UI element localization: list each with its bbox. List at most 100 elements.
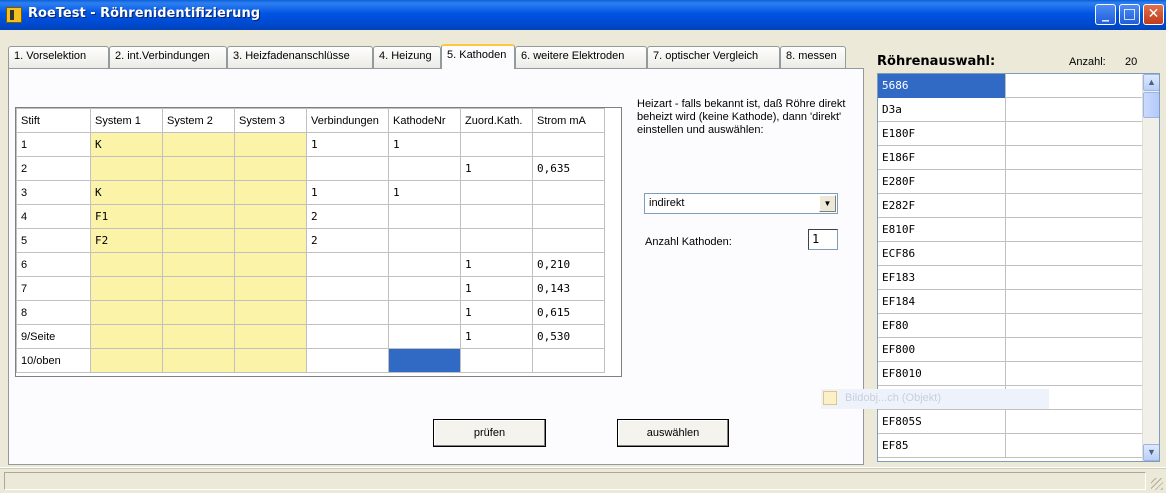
list-item[interactable]: D3a <box>878 98 1143 122</box>
grid-cell[interactable] <box>162 324 235 349</box>
tab-heizfadenanschluesse[interactable]: 3. Heizfadenanschlüsse <box>227 46 373 68</box>
grid-cell[interactable]: K <box>90 180 163 205</box>
grid-cell[interactable] <box>162 276 235 301</box>
anzahl-kathoden-input[interactable]: 1 <box>808 229 838 250</box>
grid-cell[interactable] <box>460 228 533 253</box>
grid-cell[interactable] <box>90 276 163 301</box>
grid-cell[interactable] <box>388 252 461 277</box>
list-item[interactable]: E186F <box>878 146 1143 170</box>
grid-cell[interactable] <box>162 204 235 229</box>
list-item[interactable]: E280F <box>878 170 1143 194</box>
grid-cell[interactable]: 1 <box>306 180 389 205</box>
grid-cell[interactable] <box>532 348 605 373</box>
grid-cell[interactable] <box>234 324 307 349</box>
kathoden-grid[interactable]: Stift System 1 System 2 System 3 Verbindunge… <box>16 108 605 373</box>
maximize-button[interactable]: □ <box>1119 4 1140 25</box>
grid-cell[interactable] <box>90 252 163 277</box>
grid-cell[interactable] <box>234 228 307 253</box>
grid-cell[interactable] <box>388 156 461 181</box>
tab-messen[interactable]: 8. messen <box>780 46 846 68</box>
grid-cell[interactable] <box>306 300 389 325</box>
grid-cell[interactable] <box>234 204 307 229</box>
grid-cell[interactable] <box>90 300 163 325</box>
grid-cell[interactable]: 2 <box>306 228 389 253</box>
grid-cell[interactable] <box>90 156 163 181</box>
grid-cell[interactable] <box>388 300 461 325</box>
grid-cell[interactable] <box>162 228 235 253</box>
grid-cell[interactable] <box>306 324 389 349</box>
grid-cell[interactable]: 0,635 <box>532 156 605 181</box>
pruefen-button[interactable]: prüfen <box>433 419 546 447</box>
grid-cell[interactable] <box>388 204 461 229</box>
grid-cell[interactable]: 1 <box>306 132 389 157</box>
grid-cell[interactable] <box>306 252 389 277</box>
grid-cell[interactable] <box>460 132 533 157</box>
grid-cell[interactable] <box>162 156 235 181</box>
grid-cell[interactable]: 1 <box>460 156 533 181</box>
list-item[interactable]: ECF86 <box>878 242 1143 266</box>
grid-cell[interactable]: K <box>90 132 163 157</box>
grid-cell[interactable]: F1 <box>90 204 163 229</box>
grid-cell[interactable]: 1 <box>460 252 533 277</box>
grid-cell[interactable]: 2 <box>306 204 389 229</box>
grid-cell[interactable]: 1 <box>460 324 533 349</box>
grid-cell[interactable] <box>388 228 461 253</box>
list-item[interactable]: EF85 <box>878 434 1143 458</box>
grid-cell[interactable] <box>234 156 307 181</box>
tab-kathoden[interactable]: 5. Kathoden <box>441 44 515 69</box>
grid-cell[interactable] <box>532 204 605 229</box>
grid-cell[interactable] <box>460 180 533 205</box>
grid-cell[interactable]: 1 <box>460 276 533 301</box>
list-item[interactable]: 5686 <box>878 74 1143 98</box>
grid-cell[interactable] <box>388 324 461 349</box>
close-button[interactable]: ✕ <box>1143 4 1164 25</box>
grid-cell[interactable] <box>306 276 389 301</box>
tab-int-verbindungen[interactable]: 2. int.Verbindungen <box>109 46 227 68</box>
list-item[interactable]: EF8010 <box>878 362 1143 386</box>
grid-cell[interactable] <box>162 348 235 373</box>
auswaehlen-button[interactable]: auswählen <box>617 419 729 447</box>
grid-cell[interactable] <box>388 276 461 301</box>
scroll-down-icon[interactable]: ▼ <box>1143 444 1159 461</box>
grid-cell[interactable] <box>234 180 307 205</box>
grid-cell[interactable] <box>460 204 533 229</box>
grid-cell[interactable] <box>460 348 533 373</box>
grid-cell[interactable] <box>388 348 461 373</box>
grid-cell[interactable] <box>234 132 307 157</box>
list-item[interactable]: E810F <box>878 218 1143 242</box>
scroll-thumb[interactable] <box>1143 92 1159 118</box>
grid-cell[interactable] <box>162 252 235 277</box>
grid-cell[interactable]: 1 <box>460 300 533 325</box>
list-item[interactable]: E282F <box>878 194 1143 218</box>
list-item[interactable]: EF800 <box>878 338 1143 362</box>
tab-vorselektion[interactable]: 1. Vorselektion <box>8 46 109 68</box>
chevron-down-icon[interactable]: ▼ <box>819 195 836 212</box>
grid-cell[interactable] <box>234 276 307 301</box>
resize-grip-icon[interactable] <box>1151 478 1163 490</box>
grid-cell[interactable] <box>162 300 235 325</box>
list-item[interactable]: EF184 <box>878 290 1143 314</box>
grid-cell[interactable] <box>90 324 163 349</box>
grid-cell[interactable] <box>234 300 307 325</box>
grid-cell[interactable] <box>532 180 605 205</box>
grid-cell[interactable]: 1 <box>388 132 461 157</box>
tab-heizung[interactable]: 4. Heizung <box>373 46 441 68</box>
grid-cell[interactable] <box>306 156 389 181</box>
grid-cell[interactable] <box>532 228 605 253</box>
list-item[interactable]: EF80 <box>878 314 1143 338</box>
grid-cell[interactable] <box>532 132 605 157</box>
grid-cell[interactable]: 1 <box>388 180 461 205</box>
grid-cell[interactable] <box>234 252 307 277</box>
tab-optischer-vergleich[interactable]: 7. optischer Vergleich <box>647 46 780 68</box>
heizart-combo[interactable]: indirekt ▼ <box>644 193 838 214</box>
tab-weitere-elektroden[interactable]: 6. weitere Elektroden <box>515 46 647 68</box>
list-item[interactable]: EF183 <box>878 266 1143 290</box>
grid-cell[interactable] <box>234 348 307 373</box>
grid-cell[interactable] <box>90 348 163 373</box>
grid-cell[interactable]: 0,210 <box>532 252 605 277</box>
grid-cell[interactable] <box>162 180 235 205</box>
grid-cell[interactable] <box>162 132 235 157</box>
list-item[interactable]: EF805S <box>878 410 1143 434</box>
grid-cell[interactable] <box>306 348 389 373</box>
grid-cell[interactable]: 0,615 <box>532 300 605 325</box>
